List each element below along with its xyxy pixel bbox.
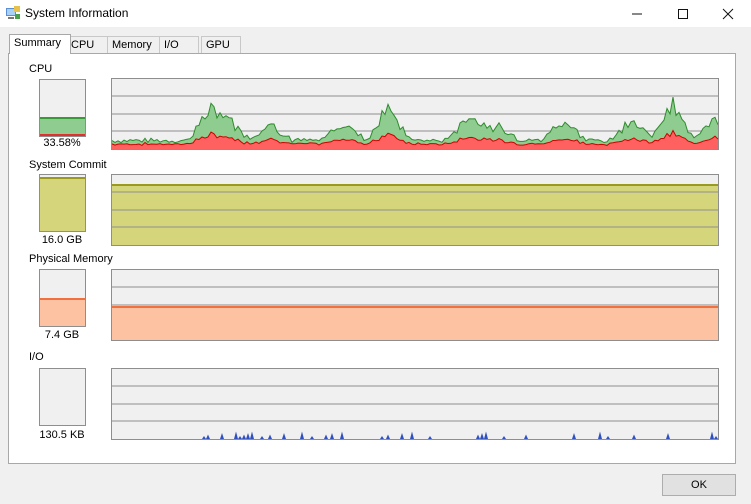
physical-memory-label: Physical Memory <box>29 253 113 265</box>
io-spike <box>282 433 286 439</box>
io-spike <box>524 434 528 439</box>
io-spike <box>260 436 264 439</box>
io-mini-meter <box>39 368 86 426</box>
cpu-value: 33.58% <box>43 137 81 149</box>
io-value: 130.5 KB <box>39 429 85 441</box>
physical-memory-mini-meter <box>39 269 86 327</box>
io-spike <box>484 431 488 439</box>
io-spike <box>666 433 670 439</box>
io-spike <box>234 431 238 439</box>
io-spike <box>340 431 344 439</box>
minimize-icon <box>632 13 642 14</box>
io-spike <box>480 433 484 439</box>
io-spike <box>386 434 390 439</box>
io-spike <box>330 433 334 439</box>
cpu-history-graph <box>111 78 719 150</box>
io-spike <box>242 434 246 439</box>
io-spike <box>710 431 714 439</box>
io-spike <box>606 436 610 439</box>
tab-summary[interactable]: Summary <box>9 34 71 54</box>
commit-label: System Commit <box>29 159 107 171</box>
maximize-icon <box>678 8 688 19</box>
physical-memory-area <box>112 307 718 340</box>
io-spike <box>714 436 718 439</box>
io-spike <box>428 436 432 439</box>
io-spike <box>410 431 414 439</box>
commit-meter-fill <box>40 177 85 231</box>
io-spike <box>250 431 254 439</box>
tab-memory[interactable]: Memory <box>107 36 164 53</box>
minimize-button[interactable] <box>614 0 660 27</box>
cpu-graph-svg <box>112 95 718 149</box>
cpu-mini-meter <box>39 79 86 137</box>
tab-gpu[interactable]: GPU <box>201 36 241 53</box>
io-spike <box>324 434 328 439</box>
physical-memory-history-graph <box>111 269 719 341</box>
io-spike <box>206 434 210 439</box>
io-spike <box>310 436 314 439</box>
commit-area <box>112 185 718 245</box>
io-spike <box>598 431 602 439</box>
io-spike <box>246 433 250 439</box>
io-graph-svg <box>112 385 718 439</box>
cpu-label: CPU <box>29 63 53 75</box>
close-button[interactable] <box>705 0 751 27</box>
tab-io[interactable]: I/O <box>159 36 199 53</box>
io-spike <box>400 433 404 439</box>
commit-mini-meter <box>39 174 86 232</box>
io-spike <box>380 436 384 439</box>
io-history-graph <box>111 368 719 440</box>
io-spike <box>572 433 576 439</box>
io-spike <box>632 434 636 439</box>
close-icon <box>722 8 734 19</box>
physical-memory-value: 7.4 GB <box>44 329 80 341</box>
commit-history-graph <box>111 174 719 246</box>
cpu-kernel-fill <box>40 134 85 136</box>
io-spike <box>268 434 272 439</box>
maximize-button[interactable] <box>660 0 706 27</box>
physical-memory-graph-svg <box>112 286 718 340</box>
commit-value: 16.0 GB <box>41 234 83 246</box>
app-icon <box>6 6 20 19</box>
io-spike <box>202 436 206 439</box>
tab-cpu[interactable]: CPU <box>66 36 109 53</box>
title-bar: System Information <box>0 0 751 27</box>
physical-memory-meter-fill <box>40 298 85 326</box>
commit-graph-svg <box>112 184 718 245</box>
window-title: System Information <box>25 6 129 20</box>
ok-button[interactable]: OK <box>662 474 736 496</box>
io-spike <box>476 434 480 439</box>
io-spike <box>220 433 224 439</box>
io-spike <box>300 431 304 439</box>
io-label: I/O <box>29 351 44 363</box>
io-spike <box>238 436 242 439</box>
io-spike <box>502 436 506 439</box>
